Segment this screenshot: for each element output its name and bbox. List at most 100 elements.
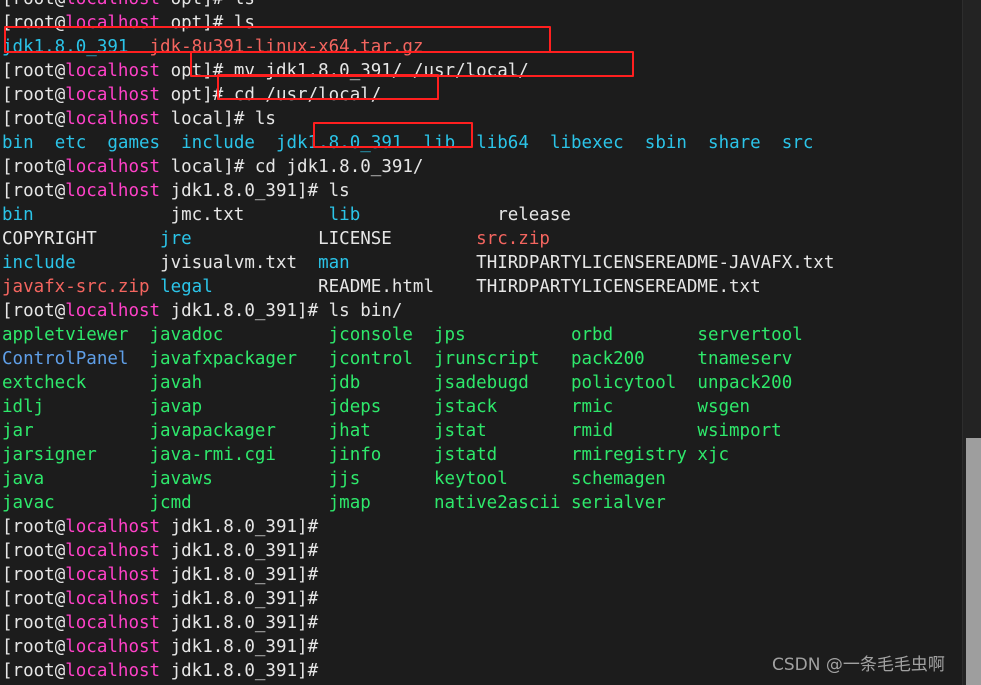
- terminal-text-segment: unpack200: [697, 373, 793, 393]
- terminal-text-segment: jdk1.8.0_391]# ls bin/: [160, 301, 403, 321]
- terminal-text-segment: wsimport: [697, 421, 782, 441]
- terminal-text-segment: jvisualvm.txt: [160, 253, 319, 273]
- terminal-text-segment: jdk1.8.0_391: [2, 37, 129, 57]
- terminal-text-segment: jinfo: [328, 445, 434, 465]
- terminal-text-segment: [: [2, 61, 13, 81]
- terminal-text-segment: opt]# mv jdk1.8.0_391/ /usr/local/: [160, 61, 529, 81]
- terminal-text-segment: servertool: [697, 325, 803, 345]
- terminal-line: idlj javap jdeps jstack rmic wsgen: [0, 395, 963, 419]
- terminal-text-segment: pack200: [570, 349, 698, 369]
- terminal-text-segment: java: [2, 469, 150, 489]
- terminal-line: [root@localhost jdk1.8.0_391]#: [0, 539, 963, 563]
- terminal-text-segment: bin: [2, 205, 34, 225]
- terminal-text-segment: localhost: [65, 661, 161, 681]
- terminal-line: java javaws jjs keytool schemagen: [0, 467, 963, 491]
- terminal-line: jar javapackager jhat jstat rmid wsimpor…: [0, 419, 963, 443]
- terminal-text-segment: local]# ls: [160, 109, 276, 129]
- terminal-text-segment: [: [2, 661, 13, 681]
- terminal-text-segment: javafxpackager: [149, 349, 319, 369]
- terminal-text-segment: idlj: [2, 397, 150, 417]
- terminal-output-area[interactable]: [root@localhost opt]# ls [root@localhost …: [0, 0, 963, 685]
- terminal-text-segment: extcheck: [2, 373, 150, 393]
- terminal-text-segment: localhost: [65, 13, 161, 33]
- terminal-text-segment: policytool: [570, 373, 698, 393]
- terminal-text-segment: [: [2, 85, 13, 105]
- terminal-text-segment: [: [2, 13, 13, 33]
- terminal-text-segment: jdk1.8.0_391]#: [160, 661, 319, 681]
- terminal-text-segment: root@: [12, 61, 66, 81]
- terminal-text-segment: localhost: [65, 301, 161, 321]
- terminal-text-segment: [: [2, 589, 13, 609]
- terminal-text-segment: libexec: [549, 133, 624, 153]
- terminal-text-segment: jhat: [328, 421, 434, 441]
- terminal-text-segment: [: [2, 157, 13, 177]
- terminal-text-segment: root@: [12, 85, 66, 105]
- terminal-text-segment: java-rmi.cgi: [149, 445, 329, 465]
- terminal-text-segment: bin: [2, 133, 34, 153]
- terminal-text-segment: [: [2, 637, 13, 657]
- terminal-text-segment: release: [497, 205, 571, 225]
- terminal-text-segment: jdb: [328, 373, 434, 393]
- terminal-text-segment: jps: [434, 325, 571, 345]
- terminal-line: [root@localhost jdk1.8.0_391]#: [0, 587, 963, 611]
- terminal-text-segment: root@: [12, 517, 66, 537]
- terminal-text-segment: src: [781, 133, 814, 153]
- terminal-text-segment: root@: [12, 589, 66, 609]
- terminal-text-segment: localhost: [65, 565, 161, 585]
- terminal-text-segment: [: [2, 565, 13, 585]
- terminal-text-segment: [: [2, 181, 13, 201]
- terminal-line: [root@localhost opt]# ls: [0, 0, 963, 11]
- terminal-text-segment: localhost: [65, 61, 161, 81]
- terminal-text-segment: jstatd: [434, 445, 571, 465]
- terminal-text-segment: root@: [12, 109, 66, 129]
- vertical-scrollbar-thumb[interactable]: [966, 438, 981, 685]
- terminal-line: COPYRIGHT jre LICENSE src.zip: [0, 227, 963, 251]
- terminal-text-segment: javah: [149, 373, 329, 393]
- terminal-text-segment: jdk1.8.0_391: [275, 133, 403, 153]
- terminal-text-segment: jmap: [328, 493, 434, 513]
- terminal-line: [root@localhost opt]# mv jdk1.8.0_391/ /…: [0, 59, 963, 83]
- vertical-scrollbar-track[interactable]: [962, 0, 981, 685]
- terminal-text-segment: root@: [12, 13, 66, 33]
- terminal-text-segment: jdeps: [328, 397, 434, 417]
- terminal-text-segment: root@: [12, 157, 66, 177]
- terminal-text-segment: lib64: [476, 133, 529, 153]
- terminal-text-segment: localhost: [65, 181, 161, 201]
- terminal-text-segment: root@: [12, 301, 66, 321]
- terminal-line: ControlPanel javafxpackager jcontrol jru…: [0, 347, 963, 371]
- terminal-line: [root@localhost jdk1.8.0_391]# ls: [0, 179, 963, 203]
- terminal-text-segment: man: [318, 253, 350, 273]
- terminal-line: appletviewer javadoc jconsole jps orbd s…: [0, 323, 963, 347]
- terminal-text-segment: rmic: [570, 397, 698, 417]
- terminal-text-segment: include: [2, 253, 76, 273]
- terminal-line: [root@localhost jdk1.8.0_391]# ls bin/: [0, 299, 963, 323]
- terminal-line: [root@localhost local]# ls: [0, 107, 963, 131]
- terminal-text-segment: xjc: [697, 445, 730, 465]
- terminal-text-segment: localhost: [65, 517, 161, 537]
- terminal-text-segment: legal: [160, 277, 213, 297]
- terminal-text-segment: native2ascii: [434, 493, 571, 513]
- terminal-text-segment: sbin: [644, 133, 687, 153]
- terminal-text-segment: local]# cd jdk1.8.0_391/: [160, 157, 424, 177]
- terminal-text-segment: lib: [423, 133, 456, 153]
- terminal-text-segment: keytool: [434, 469, 571, 489]
- terminal-line: jarsigner java-rmi.cgi jinfo jstatd rmir…: [0, 443, 963, 467]
- terminal-window[interactable]: [root@localhost opt]# ls [root@localhost …: [0, 0, 981, 685]
- terminal-text-segment: jstat: [434, 421, 571, 441]
- terminal-text-segment: ControlPanel: [2, 349, 129, 369]
- csdn-watermark: CSDN @一条毛毛虫啊: [772, 655, 945, 675]
- terminal-text-segment: [: [2, 613, 13, 633]
- terminal-text-segment: jjs: [328, 469, 434, 489]
